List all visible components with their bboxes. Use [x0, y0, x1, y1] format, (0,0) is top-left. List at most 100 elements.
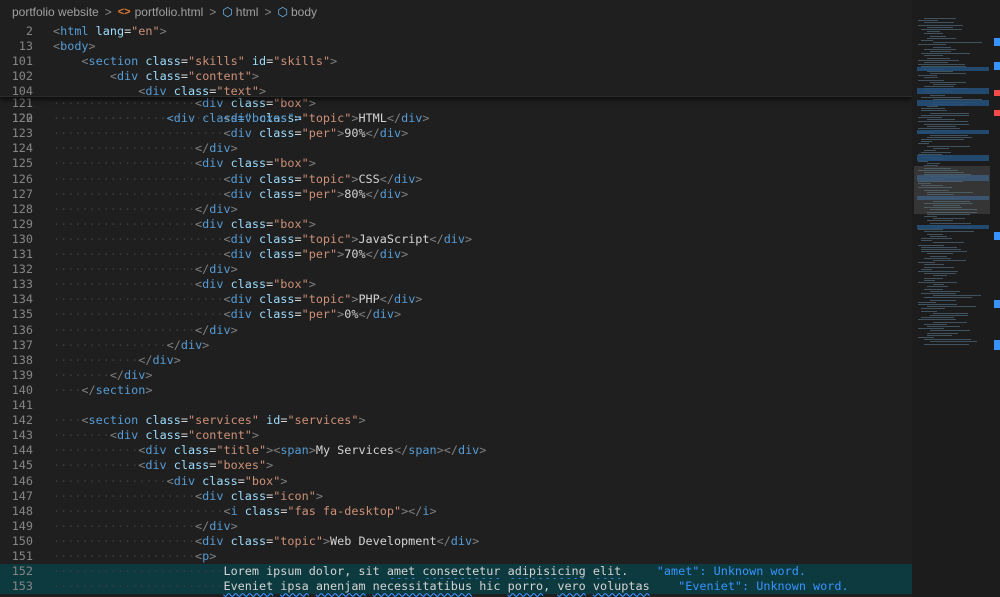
minimap-line [927, 26, 954, 28]
symbol-element-icon: ⬡ [277, 5, 288, 19]
line-number: 133 [11, 277, 33, 292]
code-line: 150 ····················<div class="topic… [0, 534, 912, 549]
minimap-line [924, 277, 943, 279]
text-content: CSS [358, 171, 380, 186]
minimap-highlight [917, 130, 989, 134]
minimap-line [927, 334, 953, 336]
minimap-line [924, 273, 957, 275]
tag-bracket: </ [109, 367, 125, 382]
minimap-line [927, 31, 941, 33]
indent-guide: ························ [53, 247, 224, 261]
text-content: 0% [344, 307, 359, 322]
tag-bracket: > [251, 69, 260, 84]
code-line: 153 ························Eveniet ipsa … [0, 579, 912, 595]
indent-guide: ···················· [53, 156, 196, 171]
code-text: ················</div> [53, 338, 209, 353]
code-line: 142 ····<section class="services" id="ser… [0, 413, 912, 428]
html-file-icon: <> [117, 6, 131, 18]
breadcrumb-file[interactable]: portfolio.html [135, 5, 204, 19]
scrollbar-marker [994, 38, 1000, 46]
indent-guide: ························ [53, 564, 224, 579]
tag-bracket: < [223, 503, 231, 518]
minimap-line [927, 125, 956, 127]
tag-bracket: </ [365, 126, 380, 141]
attr-name: class [230, 533, 267, 548]
attr-name: class [173, 443, 210, 458]
minimap-slider[interactable] [914, 166, 990, 214]
line-number: 146 [11, 473, 33, 488]
line-number: 120 [11, 110, 33, 125]
text-content: hic [472, 579, 508, 594]
tag-bracket: > [266, 458, 274, 473]
code-editor[interactable]: 2 <html lang="en"> 13 <body> 101 <section cl… [0, 24, 912, 597]
minimap-line [930, 290, 960, 292]
line-number: 104 [11, 84, 33, 99]
sticky-line: 13 <body> [0, 39, 912, 54]
attr-name: class [259, 292, 295, 307]
spell-warning-word: amet [386, 564, 416, 579]
attr-name: class [230, 488, 267, 503]
indent-guide: ···················· [53, 277, 196, 292]
minimap-line [924, 323, 948, 325]
indent-guide: ········ [53, 428, 110, 443]
minimap-line [930, 95, 946, 96]
indent-guide: ···················· [53, 518, 196, 533]
line-number: 131 [11, 247, 33, 261]
indent-guide: ············ [53, 443, 139, 458]
code-line: 130 ························<div class="t… [0, 232, 912, 247]
breadcrumb-element-html[interactable]: html [236, 5, 259, 19]
minimap-line [918, 79, 945, 81]
line-number: 139 [11, 367, 33, 382]
line-number: 123 [11, 126, 33, 141]
tag-bracket: </ [166, 337, 181, 352]
spell-warning-word: ipsa [280, 579, 309, 594]
code-text: ····················</div> [53, 202, 238, 217]
code-line: 141 [0, 398, 912, 413]
attr-name: class [259, 231, 295, 246]
breadcrumb-element-body[interactable]: body [291, 5, 317, 19]
attr-value: "title" [216, 443, 267, 458]
minimap-line [927, 106, 938, 107]
symbol-element-icon: ⬡ [222, 5, 233, 19]
attr-value: "content" [187, 428, 252, 443]
minimap-line [924, 48, 956, 50]
minimap-line [918, 59, 959, 61]
tag-bracket: > [209, 549, 217, 563]
tag-bracket: </ [365, 247, 380, 261]
minimap-line [927, 37, 957, 39]
scrollbar-marker [994, 110, 1000, 116]
tag-bracket: > [145, 382, 153, 397]
line-number: 135 [11, 307, 33, 322]
attr-name: class [230, 156, 267, 171]
tag-bracket: > [401, 186, 409, 201]
tag-name: div [230, 171, 252, 186]
tag-name: div [202, 488, 224, 503]
minimap-line [930, 255, 948, 257]
code-text: ····················</div> [53, 262, 238, 277]
minimap-line [918, 262, 935, 264]
tag-bracket: </ [195, 262, 210, 277]
minimap-line [924, 62, 948, 63]
attr-value: "per" [301, 247, 338, 261]
attr-name: class [145, 428, 181, 443]
indent-guide: ························ [53, 171, 224, 186]
attr-name: class [145, 54, 181, 69]
attr-value: "content" [187, 69, 252, 84]
code-line: 146 ················<div class="box"> [0, 474, 912, 489]
equals: = [180, 428, 188, 443]
code-text: ························<div class="per"… [53, 126, 408, 141]
line-number: 137 [11, 337, 33, 352]
breadcrumb-folder[interactable]: portfolio website [12, 5, 99, 19]
minimap-line [918, 117, 943, 118]
tag-name: html [60, 24, 89, 38]
equals: = [180, 69, 188, 84]
tag-name: div [443, 231, 466, 246]
code-text: ········</div> [53, 368, 152, 383]
tag-bracket: > [465, 231, 473, 246]
attr-value: "skills" [273, 54, 331, 69]
attr-value: "box" [273, 277, 309, 292]
